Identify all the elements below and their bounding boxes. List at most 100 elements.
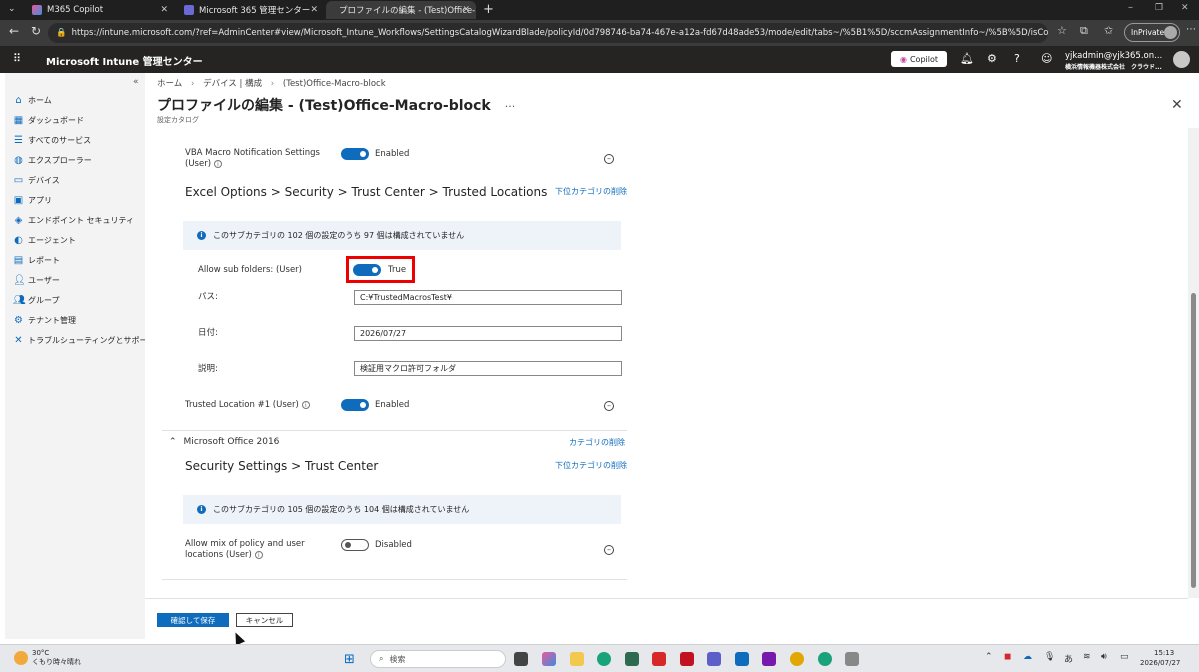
- window-close-icon[interactable]: ✕: [1181, 3, 1189, 13]
- sidebar-item-tenant-admin[interactable]: ⚙ テナント管理: [13, 312, 76, 328]
- sidebar-item-label: レポート: [28, 255, 60, 265]
- allow-mix-toggle[interactable]: [341, 539, 369, 551]
- new-tab-plus-icon[interactable]: +: [483, 2, 494, 17]
- taskbar-search[interactable]: ⌕ 検索: [370, 650, 506, 668]
- sidebar-item-apps[interactable]: ▣ アプリ: [13, 192, 52, 208]
- feedback-icon[interactable]: ☺: [1041, 52, 1052, 65]
- close-icon[interactable]: ✕: [160, 5, 168, 15]
- onedrive-icon[interactable]: ☁: [1023, 652, 1032, 662]
- snipping-tool-icon[interactable]: [845, 652, 859, 666]
- close-icon[interactable]: ✕: [462, 5, 470, 15]
- url-bar[interactable]: 🔒 https://intune.microsoft.com/?ref=Admi…: [48, 23, 1048, 43]
- clock-time[interactable]: 15:13: [1154, 649, 1174, 657]
- speaker-icon[interactable]: 🔊︎: [1101, 652, 1107, 662]
- ime-indicator[interactable]: あ: [1064, 652, 1073, 665]
- sidebar-item-devices[interactable]: ▭ デバイス: [13, 172, 60, 188]
- app-launcher-icon[interactable]: ⠿: [13, 52, 21, 65]
- restore-icon[interactable]: ❐: [1155, 3, 1163, 13]
- info-icon[interactable]: i: [214, 159, 223, 168]
- remove-setting-icon[interactable]: –: [604, 401, 614, 411]
- tab-m365-copilot[interactable]: M365 Copilot ✕: [24, 1, 174, 19]
- vba-notification-toggle[interactable]: [341, 148, 369, 160]
- edge-icon[interactable]: [597, 652, 611, 666]
- refresh-icon[interactable]: ↻: [31, 24, 41, 38]
- sidebar-item-groups[interactable]: 👥︎ グループ: [13, 292, 60, 308]
- sidebar-item-dashboard[interactable]: ▦ ダッシュボード: [13, 112, 84, 128]
- remove-category-link[interactable]: カテゴリの削除: [569, 437, 625, 448]
- tab-list-chevron-icon[interactable]: ⌄: [8, 4, 16, 14]
- more-options-icon[interactable]: ···: [505, 100, 516, 113]
- teams-icon[interactable]: [707, 652, 721, 666]
- minimize-icon[interactable]: –: [1128, 2, 1133, 13]
- remove-subcategory-link-1[interactable]: 下位カテゴリの削除: [555, 186, 627, 197]
- content-scrollbar[interactable]: [1188, 128, 1199, 598]
- sidebar-item-all-services[interactable]: ☰ すべてのサービス: [13, 132, 91, 148]
- sidebar-item-home[interactable]: ⌂ ホーム: [13, 92, 51, 108]
- copilot-button[interactable]: ◉ Copilot: [891, 51, 947, 67]
- tray-app-icon[interactable]: ◼: [1004, 652, 1011, 662]
- path-input[interactable]: C:¥TrustedMacrosTest¥: [354, 290, 622, 305]
- trusted-location-toggle[interactable]: [341, 399, 369, 411]
- tray-chevron-icon[interactable]: ⌃: [985, 652, 993, 662]
- breadcrumb-devices-config[interactable]: デバイス | 構成: [203, 79, 262, 89]
- store-icon[interactable]: [625, 652, 639, 666]
- info-icon[interactable]: i: [301, 400, 310, 409]
- back-arrow-icon[interactable]: ←: [9, 24, 19, 38]
- chrome-icon[interactable]: [790, 652, 804, 666]
- account-org[interactable]: 横浜情報機器株式会社 クラウド...: [1065, 62, 1162, 71]
- remove-subcategory-link-2[interactable]: 下位カテゴリの削除: [555, 460, 627, 471]
- windows-start-icon[interactable]: ⊞: [344, 652, 355, 667]
- copilot-app-icon[interactable]: [542, 652, 556, 666]
- breadcrumb-profile[interactable]: (Test)Office-Macro-block: [283, 79, 386, 89]
- tab-profile-edit[interactable]: プロファイルの編集 - (Test)Office-Ma ✕: [326, 1, 476, 19]
- sidebar-item-troubleshooting[interactable]: ✕ トラブルシューティングとサポート: [13, 332, 155, 348]
- weather-widget[interactable]: 30°C くもり時々晴れ: [14, 649, 81, 667]
- notification-bell-icon[interactable]: 🔔︎: [960, 52, 974, 65]
- dashboard-icon: ▦: [13, 114, 24, 126]
- tab-admin-center[interactable]: Microsoft 365 管理センター ✕: [176, 1, 324, 19]
- outlook-icon[interactable]: [735, 652, 749, 666]
- sidebar-item-agent[interactable]: ◐ エージェント: [13, 232, 76, 248]
- mcafee-icon[interactable]: [680, 652, 694, 666]
- battery-icon[interactable]: ▭: [1120, 652, 1129, 662]
- more-menu-icon[interactable]: ⋯: [1186, 24, 1196, 35]
- microphone-icon[interactable]: 🎙︎: [1044, 652, 1055, 662]
- inprivate-badge[interactable]: InPrivate: [1124, 23, 1180, 42]
- file-explorer-icon[interactable]: [570, 652, 584, 666]
- help-icon[interactable]: ?: [1014, 52, 1020, 65]
- settings-gear-icon[interactable]: ⚙: [987, 52, 997, 65]
- app-l-icon[interactable]: [652, 652, 666, 666]
- cancel-button[interactable]: キャンセル: [236, 613, 293, 627]
- close-icon[interactable]: ✕: [310, 5, 318, 15]
- task-view-icon[interactable]: [514, 652, 528, 666]
- info-icon[interactable]: i: [254, 550, 263, 559]
- wifi-icon[interactable]: ≋: [1083, 652, 1091, 662]
- onenote-icon[interactable]: [762, 652, 776, 666]
- app-title[interactable]: Microsoft Intune 管理センター: [46, 53, 203, 68]
- admin-center-icon: [184, 5, 194, 15]
- info-banner-1: i このサブカテゴリの 102 個の設定のうち 97 個は構成されていません: [183, 221, 621, 250]
- chevron-up-icon[interactable]: ⌃: [169, 437, 177, 447]
- sidebar-item-users[interactable]: 👤︎ ユーザー: [13, 272, 60, 288]
- breadcrumb-home[interactable]: ホーム: [157, 79, 182, 89]
- category-office-2016[interactable]: ⌃ Microsoft Office 2016: [169, 437, 279, 448]
- collapse-sidebar-icon[interactable]: «: [133, 77, 139, 87]
- description-input[interactable]: 検証用マクロ許可フォルダ: [354, 361, 622, 376]
- favorites-icon[interactable]: ✩: [1104, 24, 1113, 37]
- clock-date[interactable]: 2026/07/27: [1140, 659, 1180, 667]
- account-email[interactable]: yjkadmin@yjk365.on...: [1065, 51, 1162, 61]
- sidebar-item-reports[interactable]: ▤ レポート: [13, 252, 60, 268]
- remove-setting-icon[interactable]: –: [604, 545, 614, 555]
- extensions-icon[interactable]: ⧉: [1080, 24, 1088, 38]
- edge-beta-icon[interactable]: [818, 652, 832, 666]
- favorite-star-icon[interactable]: ☆: [1057, 24, 1067, 37]
- scrollbar-thumb[interactable]: [1191, 293, 1196, 588]
- close-blade-icon[interactable]: ✕: [1171, 97, 1183, 113]
- all-services-icon: ☰: [14, 134, 23, 146]
- date-input[interactable]: 2026/07/27: [354, 326, 622, 341]
- account-avatar[interactable]: [1173, 51, 1190, 68]
- review-save-button[interactable]: 確認して保存: [157, 613, 229, 627]
- sidebar-item-endpoint-security[interactable]: ◈ エンドポイント セキュリティ: [13, 212, 134, 228]
- sidebar-item-explorer[interactable]: ◍ エクスプローラー: [13, 152, 92, 168]
- remove-setting-icon[interactable]: –: [604, 154, 614, 164]
